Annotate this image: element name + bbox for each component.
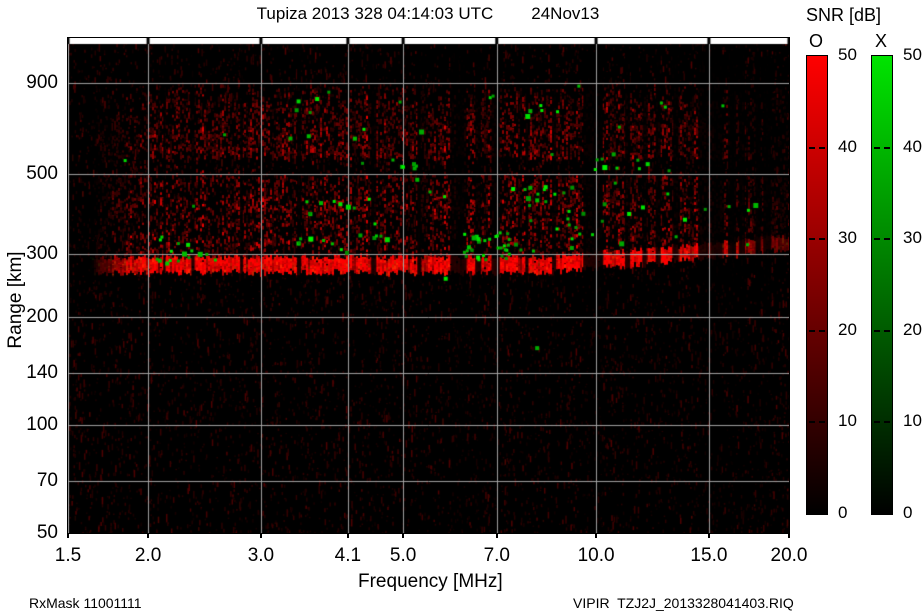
o-mode-colorbar <box>806 55 828 515</box>
colorbar-tick-dash <box>809 421 815 424</box>
y-tick-label: 140 <box>26 361 58 383</box>
chart-date-label: 24Nov13 <box>531 4 600 23</box>
vipir-ionogram-figure: Tupiza 2013 328 04:14:03 UTC 24Nov13 SNR … <box>0 0 922 614</box>
colorbar-title: SNR [dB] <box>806 5 882 25</box>
colorbar-tick-label: 40 <box>903 136 922 156</box>
x-tick-label: 10.0 <box>577 545 615 566</box>
colorbar-tick-dash <box>884 421 890 424</box>
x-tick-mark <box>402 534 405 538</box>
colorbar-tick-dash <box>809 329 815 332</box>
colorbar-tick-dash <box>884 238 890 241</box>
colorbar-tick-label: 10 <box>838 411 857 431</box>
x-tick-label: 20.0 <box>770 545 808 566</box>
colorbar-tick-label: 0 <box>838 503 848 522</box>
colorbar-tick-label: 50 <box>838 45 857 64</box>
chart-title: Tupiza 2013 328 04:14:03 UTC 24Nov13 <box>62 4 794 24</box>
colorbar-tick-dash <box>874 421 880 424</box>
y-tick-label: 900 <box>26 71 58 93</box>
chart-title-text: Tupiza 2013 328 04:14:03 UTC <box>256 4 494 23</box>
x-tick-mark <box>67 534 69 538</box>
x-tick-label: 5.0 <box>389 545 417 566</box>
y-axis-title: Range [km] <box>5 251 26 349</box>
colorbar-tick-dash <box>819 329 825 332</box>
colorbar-tick-dash <box>884 146 890 149</box>
x-tick-label: 3.0 <box>247 545 275 566</box>
x-mode-colorbar <box>871 55 893 515</box>
colorbar-tick-label: 10 <box>903 411 922 431</box>
colorbar-tick-dash <box>874 238 880 241</box>
rxmask-annotation: RxMask 11001111 <box>29 595 142 611</box>
colorbar-tick-label: 20 <box>903 319 922 339</box>
colorbar-tick-label: 0 <box>903 503 913 522</box>
ionogram-plot-area <box>67 37 790 534</box>
x-tick-label: 4.1 <box>334 545 362 566</box>
colorbar-tick-dash <box>819 421 825 424</box>
colorbar-tick-dash <box>819 146 825 149</box>
x-tick-mark <box>495 534 498 538</box>
x-tick-mark <box>595 534 598 538</box>
o-mode-label: O <box>808 31 823 51</box>
x-tick-label: 1.5 <box>54 545 82 566</box>
x-tick-mark <box>707 534 710 538</box>
x-tick-mark <box>788 534 790 538</box>
y-tick-label: 50 <box>36 522 58 543</box>
x-tick-mark <box>147 534 150 538</box>
y-tick-label: 100 <box>26 414 58 436</box>
x-tick-mark <box>259 534 262 538</box>
x-tick-label: 15.0 <box>690 545 728 566</box>
y-tick-label: 500 <box>26 163 58 185</box>
colorbar-tick-dash <box>809 146 815 149</box>
x-tick-label: 7.0 <box>483 545 510 566</box>
colorbar-tick-label: 30 <box>903 228 922 248</box>
x-tick-mark <box>346 534 349 538</box>
colorbar-tick-dash <box>819 238 825 241</box>
colorbar-tick-dash <box>874 329 880 332</box>
ionogram-canvas <box>68 38 789 533</box>
colorbar-tick-dash <box>874 146 880 149</box>
colorbar-tick-label: 20 <box>838 319 857 339</box>
data-file-annotation: VIPIR TZJ2J_2013328041403.RIQ <box>573 595 794 611</box>
colorbar-tick-label: 40 <box>838 136 857 156</box>
x-axis-title: Frequency [MHz] <box>358 571 503 592</box>
x-mode-label: X <box>874 31 887 51</box>
x-tick-label: 2.0 <box>134 545 162 566</box>
colorbar-tick-label: 30 <box>838 228 857 248</box>
colorbar-tick-dash <box>884 329 890 332</box>
colorbar-tick-label: 50 <box>903 45 922 64</box>
y-tick-label: 70 <box>36 469 58 491</box>
colorbar-tick-dash <box>809 238 815 241</box>
